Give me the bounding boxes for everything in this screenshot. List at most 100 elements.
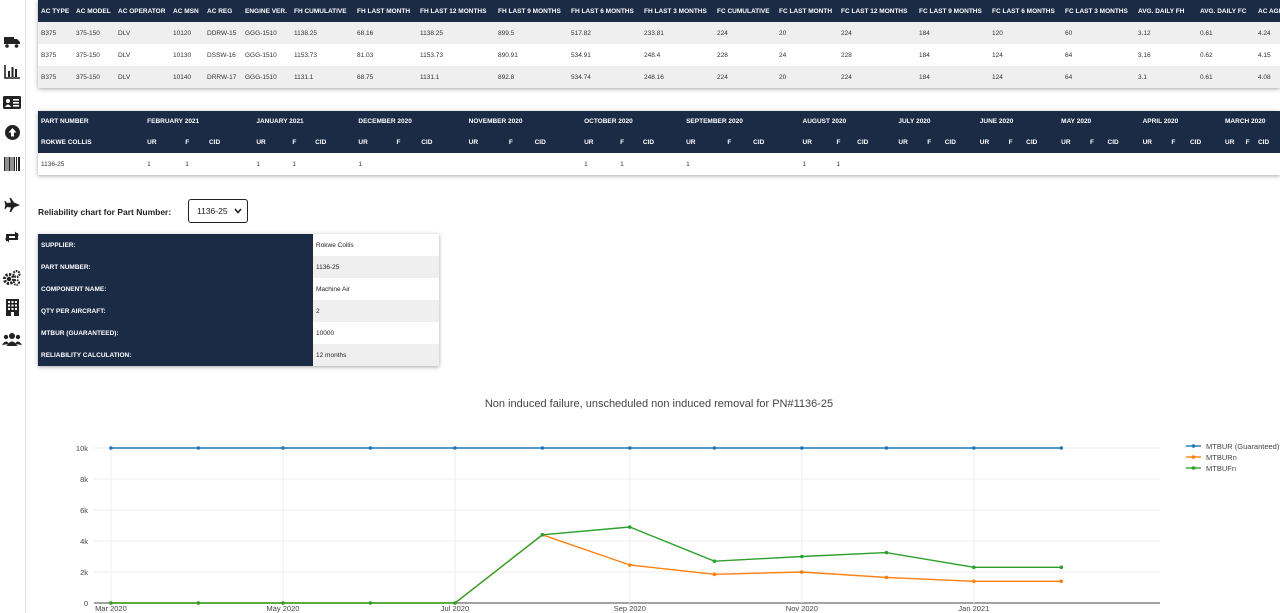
data-point[interactable] [453, 446, 457, 450]
info-value: 12 months [313, 344, 439, 366]
sub-column-header: UR [581, 132, 618, 153]
plane-icon [4, 197, 20, 217]
sub-column-header: CID [418, 132, 466, 153]
table-cell [941, 153, 977, 175]
table-cell: DLV [115, 44, 170, 66]
table-cell: 1 [833, 153, 855, 175]
table-cell: 1 [617, 153, 640, 175]
sub-column-header: CID [1023, 132, 1059, 153]
data-point[interactable] [628, 525, 632, 529]
data-point[interactable] [540, 533, 545, 537]
table-cell: 224 [838, 22, 916, 44]
table-row: B375 375-150 DLV 10140 DRRW-17 GGG-1510 1131.1… [38, 66, 1280, 88]
data-point[interactable] [109, 446, 113, 450]
table-cell: 1153.73 [417, 44, 495, 66]
table-cell: 228 [838, 44, 916, 66]
table-cell: 1 [799, 153, 834, 175]
column-header: FH LAST 12 MONTHS [417, 0, 495, 22]
table-cell: 228 [714, 44, 776, 66]
table-row: B375 375-150 DLV 10130 DSSW-16 GGG-1510 1153.7… [38, 44, 1280, 66]
y-tick-label: 8k [80, 475, 88, 484]
column-header: FH LAST 6 MONTHS [568, 0, 641, 22]
data-point[interactable] [800, 446, 804, 450]
data-point[interactable] [712, 559, 717, 563]
part-number-select[interactable]: 1136-25 [188, 199, 248, 223]
table-cell: 1 [289, 153, 313, 175]
data-point[interactable] [972, 446, 976, 450]
supplier-header: ROKWE COLLIS [38, 132, 145, 153]
month-header: OCTOBER 2020 [581, 111, 684, 132]
sub-column-header: F [617, 132, 640, 153]
data-point[interactable] [628, 563, 632, 567]
nav-users-button[interactable] [2, 332, 22, 350]
table-cell: 1138.25 [291, 22, 354, 44]
month-header: JUNE 2020 [976, 111, 1059, 132]
aircraft-table: AC TYPE AC MODEL AC OPERATOR AC MSN AC REG EN… [38, 0, 1280, 88]
table-cell: 20 [776, 66, 838, 88]
table-cell: DDRW-15 [204, 22, 242, 44]
data-point[interactable] [109, 601, 113, 605]
table-cell: 1 [182, 153, 206, 175]
data-point[interactable] [712, 572, 717, 577]
table-cell: 1 [683, 153, 725, 175]
nav-barcode-button[interactable] [2, 156, 22, 175]
series-line [110, 526, 1062, 604]
table-cell: 1 [253, 153, 290, 175]
sub-column-header: UR [465, 132, 506, 153]
data-point[interactable] [884, 446, 889, 450]
data-point[interactable] [884, 550, 889, 555]
nav-bar-chart-button[interactable] [2, 64, 22, 83]
data-point[interactable] [196, 601, 201, 605]
table-cell: 24 [776, 44, 838, 66]
data-point[interactable] [884, 575, 889, 580]
nav-gears-button[interactable] [2, 269, 22, 289]
table-cell [505, 153, 532, 175]
table-cell: 120 [989, 22, 1062, 44]
data-point[interactable] [281, 601, 285, 605]
table-cell: GGG-1510 [242, 66, 291, 88]
legend-entry[interactable]: MTBUR (Guaranteed) [1206, 442, 1280, 451]
data-point[interactable] [800, 570, 804, 574]
info-value: 2 [313, 300, 439, 322]
nav-plane-button[interactable] [2, 197, 22, 217]
data-point[interactable] [972, 579, 976, 584]
nav-upload-button[interactable] [2, 125, 22, 144]
table-cell: 248.16 [641, 66, 714, 88]
table-cell: 534.91 [568, 44, 641, 66]
table-cell [1104, 153, 1140, 175]
x-tick-label: Sep 2020 [614, 604, 646, 613]
nav-retweet-button[interactable] [2, 230, 22, 248]
data-point[interactable] [1059, 565, 1064, 570]
table-cell: B375 [38, 22, 73, 44]
data-point[interactable] [628, 446, 632, 450]
table-cell: 0.61 [1197, 22, 1255, 44]
data-point[interactable] [368, 446, 373, 450]
data-point[interactable] [800, 554, 804, 559]
reliability-chart-label: Reliability chart for Part Number: [38, 207, 172, 217]
part-number-header: PART NUMBER [38, 111, 145, 132]
data-point[interactable] [712, 446, 717, 450]
data-point[interactable] [1059, 446, 1064, 450]
table-cell: 1138.25 [417, 22, 495, 44]
column-header: FC LAST 3 MONTHS [1062, 0, 1135, 22]
data-point[interactable] [540, 446, 545, 450]
nav-id-card-button[interactable] [2, 96, 22, 114]
nav-building-button[interactable] [2, 299, 22, 319]
data-point[interactable] [281, 446, 285, 450]
table-cell: DLV [115, 66, 170, 88]
table-cell [418, 153, 466, 175]
sub-column-header: F [833, 132, 855, 153]
sub-column-header: CID [205, 132, 254, 153]
data-point[interactable] [1059, 579, 1064, 584]
legend-entry[interactable]: MTBUFn [1206, 464, 1236, 473]
data-point[interactable] [972, 565, 976, 570]
data-point[interactable] [196, 446, 201, 450]
legend-entry[interactable]: MTBURn [1206, 453, 1237, 462]
part-info-table: SUPPLIER: Rokwe Collis PART NUMBER: 1136-25… [38, 234, 439, 366]
table-cell [639, 153, 684, 175]
table-cell: 0.61 [1197, 66, 1255, 88]
table-cell [312, 153, 356, 175]
nav-truck-button[interactable] [2, 35, 22, 53]
data-point[interactable] [368, 601, 373, 605]
data-point[interactable] [453, 601, 457, 605]
